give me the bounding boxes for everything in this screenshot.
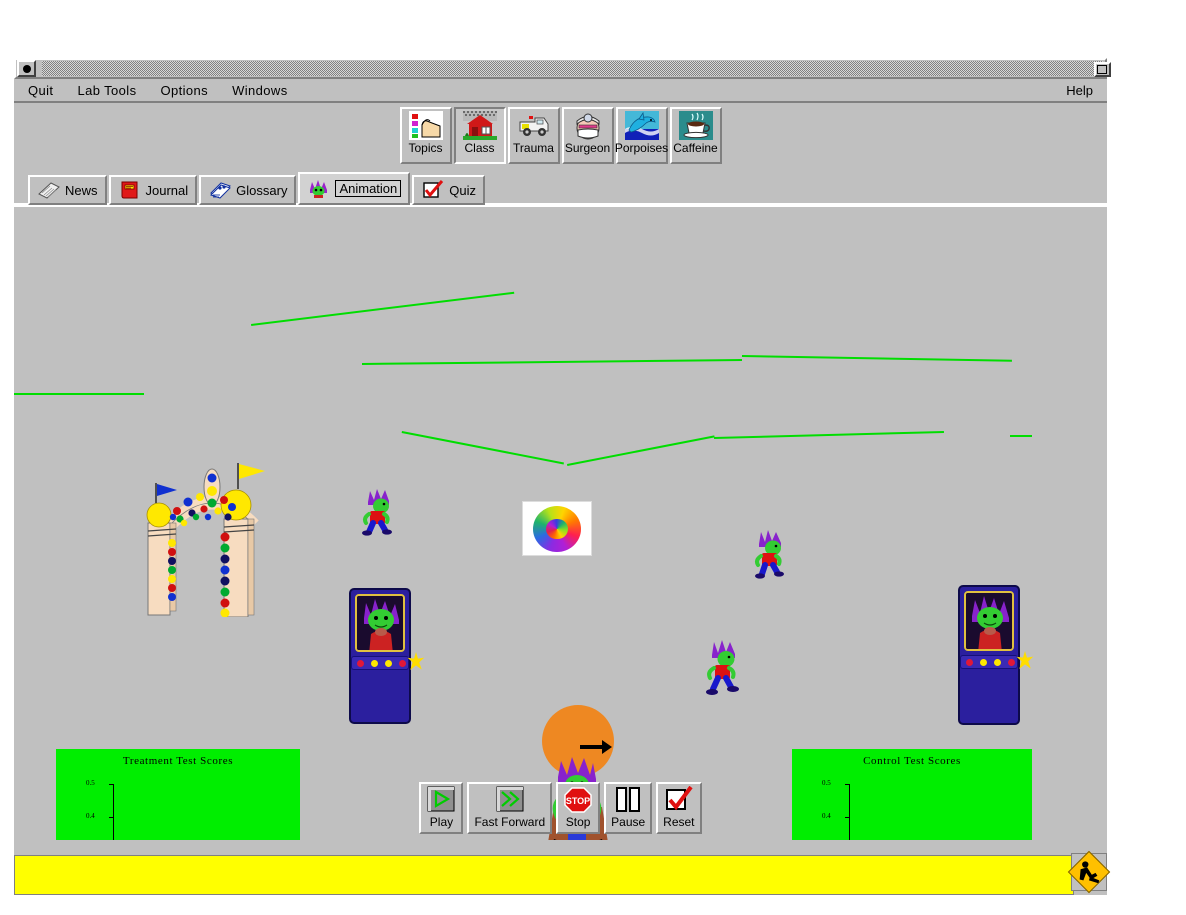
- tab-label-animation: Animation: [335, 180, 402, 197]
- pause-label: Pause: [611, 815, 646, 829]
- treatment-chart-title: Treatment Test Scores: [122, 755, 234, 767]
- cabinet-button: [980, 659, 987, 666]
- decorated-archway: [132, 457, 292, 618]
- cabinet-screen: [964, 591, 1014, 651]
- toolbar: Topics Class Trauma Surgeon Porpoises Ca…: [14, 103, 1107, 170]
- toolbar-label-surgeon: Surgeon: [564, 141, 611, 155]
- menu-windows[interactable]: Windows: [232, 83, 288, 98]
- cabinet-button: [966, 659, 973, 666]
- svg-text:STOP: STOP: [566, 796, 590, 806]
- animation-canvas[interactable]: Treatment Test Scores 0.00.10.20.30.40.5…: [14, 205, 1107, 840]
- tab-label-journal: Journal: [145, 182, 189, 198]
- window-menu-icon: [22, 64, 31, 73]
- play-label: Play: [429, 815, 454, 829]
- tab-animation[interactable]: Animation: [298, 172, 411, 205]
- toolbar-button-class[interactable]: Class: [453, 107, 506, 164]
- dolphin-icon: [624, 111, 659, 140]
- menu-quit[interactable]: Quit: [28, 83, 53, 98]
- menu-help[interactable]: Help: [1066, 83, 1093, 98]
- toolbar-label-porpoises: Porpoises: [614, 141, 669, 155]
- book-icon: [118, 180, 142, 200]
- runner-figure: [361, 488, 397, 541]
- cabinet-screen: [355, 594, 405, 652]
- cards-icon: [208, 180, 232, 200]
- reset-label: Reset: [663, 815, 695, 829]
- play-icon: [426, 786, 456, 814]
- tab-news[interactable]: News: [28, 175, 107, 205]
- cabinet-button: [385, 660, 392, 667]
- toolbar-button-porpoises[interactable]: Porpoises: [614, 107, 669, 164]
- control-arcade-cabinet: [958, 585, 1034, 725]
- toolbar-label-caffeine: Caffeine: [673, 141, 718, 155]
- cabinet-button: [371, 660, 378, 667]
- playback-controls: Play Fast Forward STOP Stop Pause Reset: [14, 782, 1107, 838]
- construction-sign-button[interactable]: [1067, 850, 1111, 894]
- play-button[interactable]: Play: [419, 782, 464, 834]
- stop-icon: STOP: [563, 786, 593, 814]
- maximize-button[interactable]: [1094, 62, 1111, 77]
- title-bar-grip[interactable]: [42, 61, 1103, 76]
- construction-sign-icon: [1067, 850, 1111, 894]
- fast-forward-label: Fast Forward: [474, 815, 546, 829]
- cabinet-button: [994, 659, 1001, 666]
- status-message: [14, 855, 1074, 895]
- path-line: [401, 431, 564, 465]
- toolbar-button-trauma[interactable]: Trauma: [507, 107, 560, 164]
- cabinet-button: [357, 660, 364, 667]
- application-window: Quit Lab Tools Options Windows Help Topi…: [14, 58, 1111, 851]
- tab-label-glossary: Glossary: [236, 182, 288, 198]
- stop-label: Stop: [565, 815, 591, 829]
- path-line: [362, 359, 743, 365]
- toolbar-button-surgeon[interactable]: Surgeon: [561, 107, 614, 164]
- path-line: [567, 435, 715, 466]
- path-line: [1010, 435, 1032, 437]
- runner-figure: [704, 639, 744, 702]
- path-line: [251, 291, 515, 326]
- treatment-arcade-cabinet: [349, 588, 425, 724]
- reset-button[interactable]: Reset: [656, 782, 702, 834]
- tab-bar: News Journal Glossary Animation Quiz: [14, 170, 1107, 205]
- runner-figure: [752, 529, 788, 584]
- maximize-icon: [1097, 65, 1107, 74]
- path-line: [14, 393, 144, 395]
- cabinet-button: [399, 660, 406, 667]
- tab-quiz[interactable]: Quiz: [412, 175, 485, 205]
- ambulance-icon: [517, 111, 551, 140]
- topics-icon: [408, 111, 443, 140]
- menu-lab-tools[interactable]: Lab Tools: [77, 83, 136, 98]
- tab-label-news: News: [65, 182, 98, 198]
- pause-icon: [613, 786, 643, 814]
- path-line: [714, 430, 944, 439]
- color-spiral-card: [522, 501, 592, 556]
- character-icon: [307, 179, 331, 199]
- cabinet-button: [1008, 659, 1015, 666]
- control-chart-title: Control Test Scores: [863, 755, 961, 767]
- toolbar-label-topics: Topics: [408, 141, 443, 155]
- stop-button[interactable]: STOP Stop: [556, 782, 601, 834]
- menu-bar: Quit Lab Tools Options Windows Help: [14, 79, 1107, 103]
- tab-glossary[interactable]: Glossary: [199, 175, 297, 205]
- reset-icon: [664, 785, 694, 814]
- menu-options[interactable]: Options: [160, 83, 208, 98]
- path-line: [741, 355, 1012, 362]
- toolbar-label-trauma: Trauma: [513, 141, 554, 155]
- fast-forward-button[interactable]: Fast Forward: [467, 782, 553, 834]
- fast-forward-icon: [495, 786, 525, 814]
- spiral-icon: [533, 506, 581, 552]
- spiral-center: [546, 518, 568, 540]
- toolbar-button-topics[interactable]: Topics: [399, 107, 452, 164]
- class-icon: [462, 111, 497, 140]
- newspaper-icon: [37, 180, 61, 200]
- pause-button[interactable]: Pause: [604, 782, 653, 834]
- toolbar-button-caffeine[interactable]: Caffeine: [669, 107, 722, 164]
- status-bar: [14, 850, 1111, 895]
- tab-journal[interactable]: Journal: [108, 175, 198, 205]
- window-menu-button[interactable]: [17, 60, 36, 77]
- title-bar: [14, 58, 1111, 79]
- tab-label-quiz: Quiz: [449, 182, 476, 198]
- surgeon-icon: [571, 111, 605, 140]
- coffee-icon: [678, 111, 713, 140]
- checkmark-icon: [421, 180, 445, 200]
- toolbar-label-class: Class: [464, 141, 495, 155]
